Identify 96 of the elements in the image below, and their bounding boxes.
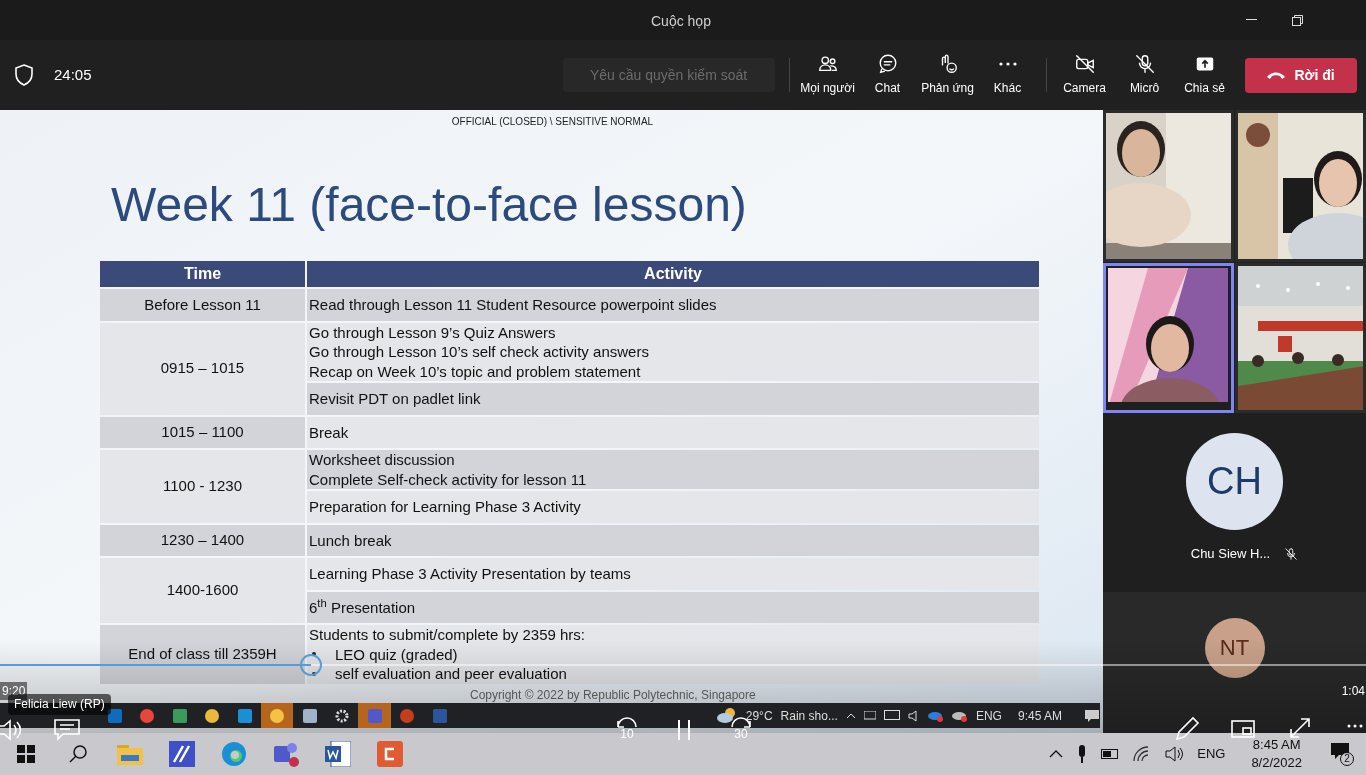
volume-icon (1165, 746, 1184, 762)
participant-name: Chu Siew H... (1190, 545, 1271, 563)
table-cell: End of class till 2359H (100, 625, 305, 684)
cloud-error-icon (927, 709, 944, 722)
pencil-icon (1174, 716, 1200, 742)
table-cell: 0915 – 1015 (100, 322, 305, 415)
column-header: Activity (307, 261, 1039, 287)
language-indicator: ENG (975, 707, 1002, 725)
mic-button[interactable]: Micrô (1114, 45, 1175, 105)
windows-icon (17, 745, 35, 763)
message-icon (1330, 742, 1350, 760)
app-icon (377, 741, 403, 767)
more-button[interactable]: Khác (977, 45, 1038, 105)
clock-time: 8:45 AM (1252, 736, 1301, 754)
monitor-icon (883, 709, 900, 722)
speaker-label: Felicia Liew (RP) (8, 694, 111, 715)
temperature: 29°C (745, 707, 773, 725)
volume-button[interactable] (0, 718, 24, 742)
clock-time: 9:45 AM (1017, 707, 1062, 725)
cell-text: Lunch break (309, 530, 392, 550)
pause-button[interactable] (676, 720, 692, 740)
people-app-icon (272, 740, 300, 768)
notification-button[interactable]: 2 (1330, 742, 1354, 766)
camera-button[interactable]: Camera (1054, 45, 1115, 105)
column-header: Time (100, 261, 305, 287)
cell-text: Go through Lesson 9’s Quiz Answers (309, 322, 556, 342)
weather-icon (715, 706, 738, 725)
cell-text: Break (309, 422, 349, 442)
restore-icon (1291, 14, 1303, 26)
table-cell: 1100 - 1230 (100, 450, 305, 523)
volume-icon (0, 719, 22, 741)
slide-title: Week 11 (face-to-face lesson) (111, 177, 747, 233)
cell-text: LEO quiz (graded) (335, 644, 458, 664)
app-icon (367, 708, 382, 723)
captions-icon (54, 719, 80, 741)
people-button[interactable]: Mọi người (797, 45, 858, 105)
app-icon (169, 741, 195, 767)
avatar: CH (1186, 433, 1283, 530)
picture-in-picture-button[interactable] (1231, 720, 1255, 738)
table-cell: 1230 – 1400 (100, 524, 305, 556)
message-icon (1084, 708, 1100, 723)
leave-button[interactable]: Rời đi (1244, 57, 1357, 93)
clock-date: 8/2/2022 (1251, 754, 1302, 772)
minimize-icon (1245, 19, 1257, 21)
shield-icon (14, 64, 34, 86)
app-icon (400, 708, 415, 723)
meeting-timer: 24:05 (54, 64, 92, 85)
picture-in-picture-icon (1231, 720, 1255, 738)
chevron-up-icon (1049, 750, 1064, 758)
language-indicator: ENG (1197, 745, 1226, 764)
phone-icon (1266, 70, 1287, 80)
forecast: Rain sho... (780, 707, 838, 725)
taskbar-app-button[interactable] (260, 703, 294, 728)
cell-text: Go through Lesson 10’s self check activity answers (309, 342, 649, 362)
classification-label: OFFICIAL (CLOSED) \ SENSITIVE NORMAL (451, 115, 654, 129)
cell-text: 6$^{th}$ Presentation (309, 597, 416, 617)
cell-text: Recap on Week 10’s topic and problem statement (309, 361, 641, 381)
cell-text: Preparation for Learning Phase 3 Activity (309, 497, 581, 517)
table-cell: 1400-1600 (100, 558, 305, 623)
bullet-icon (312, 652, 316, 657)
cell-text: Complete Self-check activity for lesson 11 (309, 469, 587, 489)
chevron-up-icon (845, 712, 856, 719)
cloud-error-icon (951, 709, 968, 722)
remaining-time: 1:04 (1341, 683, 1365, 700)
volume-icon (907, 709, 920, 722)
progress-thumb[interactable] (300, 654, 323, 676)
gear-icon (335, 708, 350, 723)
captions-button[interactable] (54, 718, 80, 742)
mic-icon (1077, 745, 1088, 763)
more-icon (1346, 723, 1364, 729)
copyright-text: Copyright © 2022 by Republic Polytechnic, Singapore (470, 686, 756, 704)
more-button[interactable] (1346, 722, 1364, 730)
react-button[interactable]: Phản ứng (917, 45, 978, 105)
avatar: NT (1204, 617, 1265, 678)
expand-icon (1288, 716, 1312, 740)
cell-text: Learning Phase 3 Activity Presentation by teams (309, 564, 631, 584)
fullscreen-button[interactable] (1288, 716, 1312, 740)
search-icon (68, 744, 88, 764)
notification-count: 2 (1340, 752, 1354, 766)
share-button[interactable]: Chia sẻ (1174, 45, 1235, 105)
window-title: Cuộc họp (651, 12, 711, 31)
rewind-icon (615, 716, 639, 728)
pause-icon (676, 720, 692, 740)
tray-icon (863, 710, 876, 721)
cell-text: Students to submit/complete by 2359 hrs: (309, 625, 585, 645)
chat-button[interactable]: Chat (857, 45, 918, 105)
draw-button[interactable] (1174, 716, 1200, 742)
elapsed-time: 9:20 (0, 682, 28, 700)
battery-icon (1101, 749, 1120, 759)
cell-text: Worksheet discussion (309, 450, 455, 470)
cell-text: Read through Lesson 11 Student Resource powerpoint slides (309, 295, 717, 315)
table-cell: Before Lesson 11 (100, 289, 305, 321)
table-cell: 1015 – 1100 (100, 416, 305, 448)
cell-text: Revisit PDT on padlet link (309, 389, 481, 409)
cell-text: self evaluation and peer evaluation (335, 664, 567, 684)
app-icon (302, 708, 317, 723)
